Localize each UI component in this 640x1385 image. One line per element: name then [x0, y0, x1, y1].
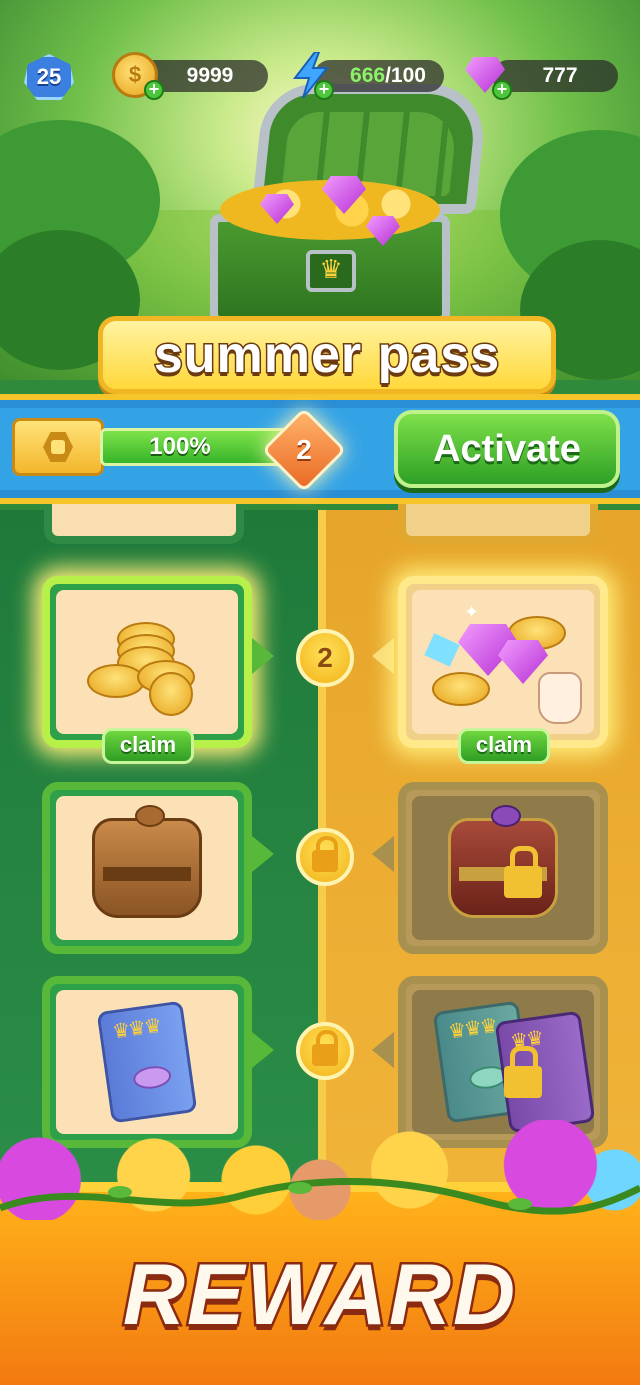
premium-reward-card-gems[interactable]: ✦: [398, 576, 608, 748]
title-banner: summer pass: [98, 316, 556, 394]
treasure-pouch-icon: [92, 805, 202, 918]
lock-icon: [504, 1046, 542, 1098]
previous-free-card: [44, 504, 244, 544]
add-energy-button[interactable]: +: [314, 80, 334, 100]
lock-icon: [312, 836, 338, 872]
add-gems-button[interactable]: +: [492, 80, 512, 100]
next-level-number: 2: [296, 434, 312, 465]
tap-hand-icon: [538, 672, 582, 724]
claim-free-reward-button[interactable]: claim: [102, 728, 194, 764]
card-pack-icon: ♛♛♛: [96, 1000, 198, 1124]
lock-icon: [504, 846, 542, 898]
coin-stack-icon: [87, 612, 207, 716]
free-connector-arrow: [252, 638, 274, 674]
crown-icon: ♛: [306, 250, 356, 292]
lock-icon: [312, 1030, 338, 1066]
reward-banner-text: REWARD: [120, 1245, 518, 1346]
pass-ticket-icon: [12, 418, 104, 476]
previous-premium-card: [398, 504, 598, 544]
premium-connector-arrow: [372, 836, 394, 872]
add-coins-button[interactable]: +: [144, 80, 164, 100]
free-reward-card-coins[interactable]: [42, 576, 252, 748]
page-title: summer pass: [152, 325, 501, 386]
premium-reward-card-pouch[interactable]: [398, 782, 608, 954]
vine-decoration: [0, 1178, 640, 1215]
free-connector-arrow: [252, 836, 274, 872]
energy-current: 666: [350, 64, 386, 87]
gem-count: 777: [542, 64, 578, 87]
claim-premium-reward-button[interactable]: claim: [458, 728, 550, 764]
free-connector-arrow: [252, 1032, 274, 1068]
activate-button[interactable]: Activate: [394, 410, 620, 488]
energy-max: /100: [385, 64, 426, 87]
tier-node-2: 2: [296, 629, 354, 687]
premium-connector-arrow: [372, 638, 394, 674]
progress-percent: 100%: [149, 433, 211, 460]
premium-connector-arrow: [372, 1032, 394, 1068]
tier-node-locked: [296, 828, 354, 886]
tier-node-locked: [296, 1022, 354, 1080]
free-reward-card-pouch[interactable]: [42, 782, 252, 954]
coin-count: 9999: [186, 64, 234, 87]
treasure-chest: ♛: [210, 84, 489, 324]
